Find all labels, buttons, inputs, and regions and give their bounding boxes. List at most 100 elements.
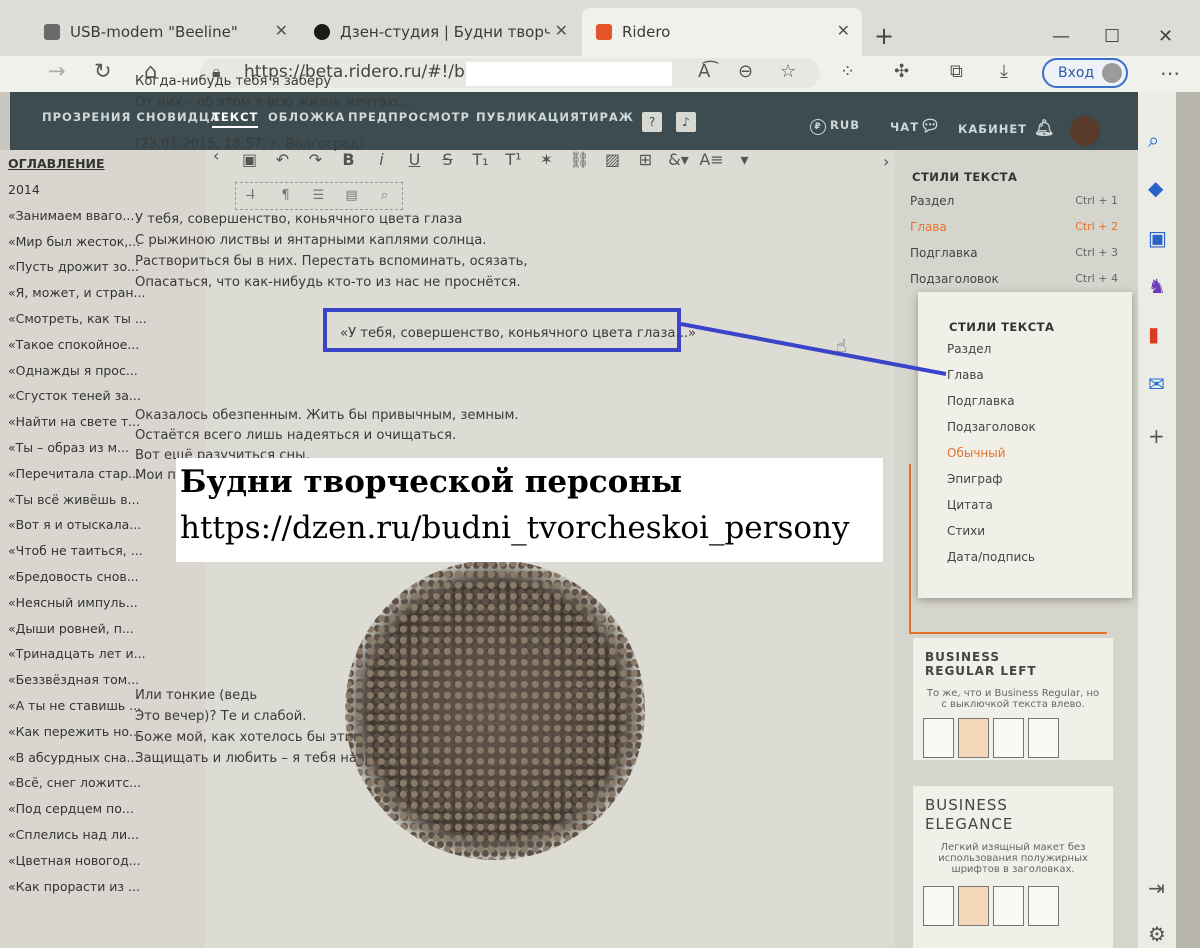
cabinet-link[interactable]: КАБИНЕТ xyxy=(958,122,1027,136)
tab-preview[interactable]: ПРЕДПРОСМОТР xyxy=(348,110,470,124)
chapter-heading[interactable]: «У тебя, совершенство, коньячного цвета … xyxy=(340,326,696,341)
favorite-add-icon[interactable]: ☆ xyxy=(780,61,796,82)
outlook-icon[interactable]: ✉ xyxy=(1148,372,1165,396)
help-button[interactable]: ? xyxy=(642,112,662,132)
toc-item[interactable]: «Тринадцать лет и... xyxy=(8,646,147,672)
toc-item[interactable]: «Чтоб не таиться, ... xyxy=(8,543,147,569)
add-icon[interactable]: + xyxy=(1148,424,1165,448)
toc-item[interactable]: 2014 xyxy=(8,182,147,208)
office-icon[interactable]: ▮ xyxy=(1148,322,1159,346)
toc-item[interactable]: «Занимаем вваго... xyxy=(8,208,147,234)
ampersand-icon[interactable]: &▾ xyxy=(662,150,695,176)
link-icon[interactable]: ⛓ xyxy=(563,150,596,176)
toc-item[interactable]: «Как пережить но... xyxy=(8,724,147,750)
image-icon[interactable]: ▨ xyxy=(596,150,629,176)
superscript-icon[interactable]: T¹ xyxy=(497,150,530,176)
people-icon[interactable]: ♞ xyxy=(1148,274,1166,298)
toc-item[interactable]: «Пусть дрожит зо... xyxy=(8,259,147,285)
text-style-icon[interactable]: A≡ xyxy=(695,150,728,176)
strikethrough-icon[interactable]: S xyxy=(431,150,464,176)
maximize-icon[interactable]: ☐ xyxy=(1104,26,1120,47)
toc-item[interactable]: «Найти на свете т... xyxy=(8,414,147,440)
collections-icon[interactable]: ⧉ xyxy=(950,61,963,82)
layout-card-business-regular-left[interactable]: BUSINESS REGULAR LEFT То же, что и Busin… xyxy=(913,638,1113,760)
book-title-link[interactable]: ПРОЗРЕНИЯ СНОВИДЦА xyxy=(42,110,220,124)
toc-item[interactable]: «Как прорасти из ... xyxy=(8,879,147,905)
shopping-tag-icon[interactable]: ◆ xyxy=(1148,176,1163,200)
close-icon[interactable]: ✕ xyxy=(555,21,568,40)
download-icon[interactable]: ⤓ xyxy=(1000,61,1008,82)
toc-item[interactable]: «Всё, снег ложитс... xyxy=(8,775,147,801)
tab-dzen-studio[interactable]: Дзен-студия | Будни творческо ✕ xyxy=(300,8,580,56)
style-chapter[interactable]: Глава Ctrl + 2 xyxy=(910,220,1118,234)
toc-item[interactable]: «Дыши ровней, п... xyxy=(8,621,147,647)
toc-item[interactable]: «Вот я и отыскала... xyxy=(8,517,147,543)
more-menu-icon[interactable]: ⋯ xyxy=(1160,61,1180,85)
extensions-icon[interactable]: ✣ xyxy=(894,61,909,82)
chat-link[interactable]: ЧАТ xyxy=(890,120,919,134)
music-icon[interactable]: ♪ xyxy=(676,112,696,132)
collapse-right-icon[interactable]: › xyxy=(883,152,889,171)
new-tab-button[interactable]: + xyxy=(874,22,894,50)
subscript-icon[interactable]: T₁ xyxy=(464,150,497,176)
toc-item[interactable]: «Смотреть, как ты ... xyxy=(8,311,147,337)
undo-icon[interactable]: ↶ xyxy=(266,150,299,176)
tab-publish[interactable]: ПУБЛИКАЦИЯ xyxy=(476,110,580,124)
popup-item-epigraph[interactable]: Эпиграф xyxy=(947,472,1003,486)
signin-button[interactable]: Вход xyxy=(1042,58,1128,88)
tab-cover[interactable]: ОБЛОЖКА xyxy=(268,110,345,124)
style-subchapter[interactable]: Подглавка Ctrl + 3 xyxy=(910,246,1118,260)
insert-icon[interactable]: ⊞ xyxy=(629,150,662,176)
toc-item[interactable]: «Сплелись над ли... xyxy=(8,827,147,853)
tab-print-run[interactable]: ТИРАЖ xyxy=(580,110,634,124)
toc-item[interactable]: «Мир был жесток,... xyxy=(8,234,147,260)
popup-item-section[interactable]: Раздел xyxy=(947,342,991,356)
tab-text[interactable]: ТЕКСТ xyxy=(212,110,259,128)
style-section[interactable]: Раздел Ctrl + 1 xyxy=(910,194,1118,208)
toc-item[interactable]: «Цветная новогод... xyxy=(8,853,147,879)
popup-item-chapter[interactable]: Глава xyxy=(947,368,984,382)
save-icon[interactable]: ▣ xyxy=(233,150,266,176)
toc-item[interactable]: «В абсурдных сна... xyxy=(8,750,147,776)
zoom-icon[interactable]: ⊖ xyxy=(738,61,753,82)
apps-icon[interactable]: ⁘ xyxy=(840,61,855,82)
close-window-icon[interactable]: ✕ xyxy=(1158,26,1173,47)
tab-usb-modem[interactable]: USB-modem "Beeline" ✕ xyxy=(30,8,300,56)
currency-switch[interactable]: ₽ RUB xyxy=(810,118,860,135)
toc-item[interactable]: «Перечитала стар... xyxy=(8,466,147,492)
align-icon[interactable]: ☰ xyxy=(302,183,335,209)
toc-item[interactable]: «А ты не ставишь ... xyxy=(8,698,147,724)
list-icon[interactable]: ▤ xyxy=(335,183,368,209)
toc-item[interactable]: «Бредовость снов... xyxy=(8,569,147,595)
style-subheading[interactable]: Подзаголовок Ctrl + 4 xyxy=(910,272,1118,286)
popup-item-quote[interactable]: Цитата xyxy=(947,498,993,512)
toc-item[interactable]: «Ты всё живёшь в... xyxy=(8,492,147,518)
redo-icon[interactable]: ↷ xyxy=(299,150,332,176)
bold-icon[interactable]: B xyxy=(332,150,365,176)
popup-item-date-signature[interactable]: Дата/подпись xyxy=(947,550,1035,564)
popup-item-poems[interactable]: Стихи xyxy=(947,524,985,538)
popup-item-subheading[interactable]: Подзаголовок xyxy=(947,420,1036,434)
reload-icon[interactable]: ↻ xyxy=(94,59,112,83)
clear-format-icon[interactable]: I̶ xyxy=(236,183,269,209)
banner-url[interactable]: https://dzen.ru/budni_tvorcheskoi_person… xyxy=(180,510,850,546)
asterisk-icon[interactable]: ✶ xyxy=(530,150,563,176)
close-icon[interactable]: ✕ xyxy=(275,21,288,40)
dropdown-icon[interactable]: ▾ xyxy=(728,150,761,176)
search-icon[interactable]: ⌕ xyxy=(1148,128,1159,152)
toc-item[interactable]: «Я, может, и стран... xyxy=(8,285,147,311)
underline-icon[interactable]: U xyxy=(398,150,431,176)
settings-icon[interactable]: ⚙ xyxy=(1148,922,1166,946)
toc-item[interactable]: «Ты – образ из м... xyxy=(8,440,147,466)
close-icon[interactable]: ✕ xyxy=(837,21,850,40)
tools-icon[interactable]: ▣ xyxy=(1148,226,1167,250)
sidebar-toggle-icon[interactable]: ⇥ xyxy=(1148,876,1165,900)
toc-item[interactable]: «Неясный импуль... xyxy=(8,595,147,621)
toc-item[interactable]: «Сгусток теней за... xyxy=(8,388,147,414)
toc-item[interactable]: «Беззвёздная том... xyxy=(8,672,147,698)
read-aloud-icon[interactable]: A͡ xyxy=(698,61,710,82)
search-icon[interactable]: ⌕ xyxy=(368,183,401,209)
tab-ridero[interactable]: Ridero ✕ xyxy=(582,8,862,56)
minimize-icon[interactable]: — xyxy=(1052,26,1070,47)
bell-icon[interactable]: 🔔︎ xyxy=(1034,118,1055,137)
